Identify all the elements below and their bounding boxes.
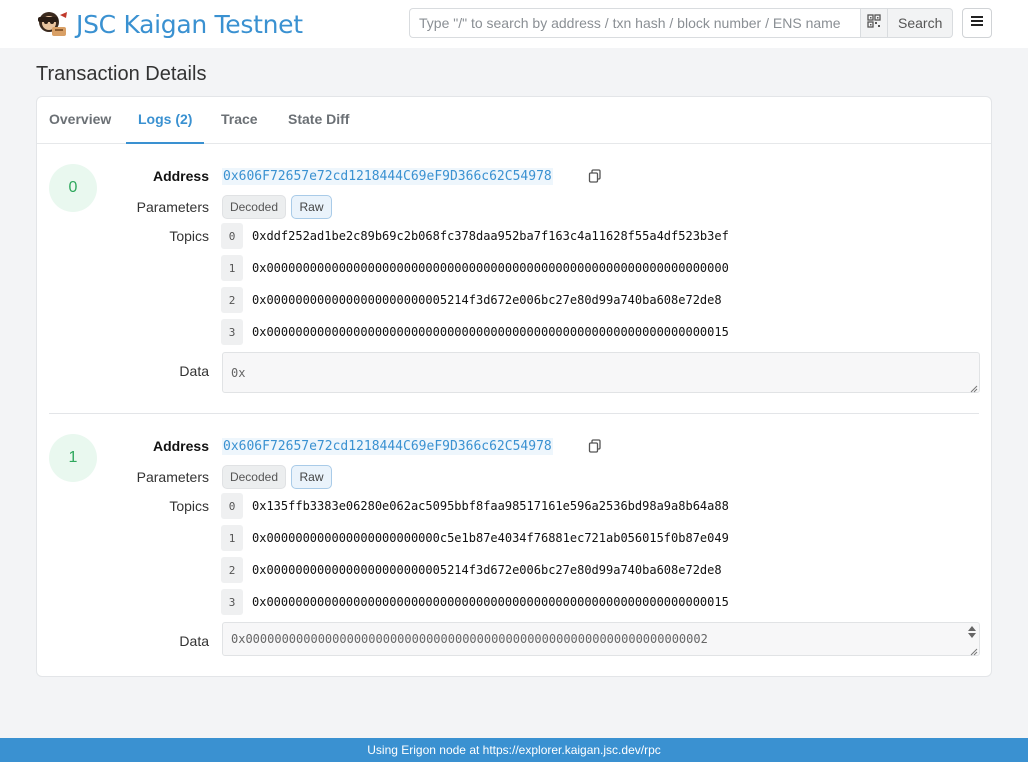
topic-row: 2 0x0000000000000000000000005214f3d672e0… bbox=[221, 557, 722, 583]
search-button[interactable]: Search bbox=[888, 8, 954, 38]
transaction-card: Overview Logs (2) Trace State Diff 0 Add… bbox=[36, 96, 992, 677]
topic-value: 0x135ffb3383e06280e062ac5095bbf8faa98517… bbox=[252, 499, 729, 513]
log-data-value: 0x00000000000000000000000000000000000000… bbox=[231, 632, 708, 646]
topic-value: 0x00000000000000000000000000000000000000… bbox=[252, 595, 729, 609]
page-title: Transaction Details bbox=[36, 63, 207, 85]
topic-value: 0x0000000000000000000000005214f3d672e006… bbox=[252, 563, 722, 577]
raw-button[interactable]: Raw bbox=[291, 465, 332, 489]
log-address-link[interactable]: 0x606F72657e72cd1218444C69eF9D366c62C549… bbox=[222, 438, 553, 455]
topic-value: 0x00000000000000000000000000000000000000… bbox=[252, 325, 729, 339]
brand-title: JSC Kaigan Testnet bbox=[76, 9, 303, 39]
topics-label: Topics bbox=[169, 498, 209, 514]
topic-index: 3 bbox=[221, 589, 243, 615]
topics-label: Topics bbox=[169, 228, 209, 244]
copy-icon[interactable] bbox=[588, 169, 602, 183]
qr-code-icon bbox=[867, 13, 881, 33]
topic-row: 0 0xddf252ad1be2c89b69c2b068fc378daa952b… bbox=[221, 223, 729, 249]
copy-icon[interactable] bbox=[588, 439, 602, 453]
address-label: Address bbox=[152, 438, 209, 454]
data-label: Data bbox=[179, 363, 209, 379]
topic-value: 0x00000000000000000000000000000000000000… bbox=[252, 261, 729, 275]
topic-row: 0 0x135ffb3383e06280e062ac5095bbf8faa985… bbox=[221, 493, 729, 519]
topic-row: 3 0x000000000000000000000000000000000000… bbox=[221, 589, 729, 615]
topic-row: 3 0x000000000000000000000000000000000000… bbox=[221, 319, 729, 345]
topic-row: 1 0x000000000000000000000000000000000000… bbox=[221, 255, 729, 281]
tab-overview[interactable]: Overview bbox=[37, 97, 123, 144]
search-input[interactable] bbox=[409, 8, 860, 38]
topic-value: 0x0000000000000000000000005214f3d672e006… bbox=[252, 293, 722, 307]
top-navbar: JSC Kaigan Testnet Search bbox=[0, 0, 1028, 48]
parameters-label: Parameters bbox=[136, 469, 209, 485]
topic-index: 0 bbox=[221, 493, 243, 519]
tab-state-diff[interactable]: State Diff bbox=[276, 97, 361, 144]
log-data-textarea[interactable]: 0x00000000000000000000000000000000000000… bbox=[222, 622, 980, 656]
topic-index: 2 bbox=[221, 287, 243, 313]
topic-value: 0x000000000000000000000000c5e1b87e4034f7… bbox=[252, 531, 729, 545]
topic-row: 1 0x000000000000000000000000c5e1b87e4034… bbox=[221, 525, 729, 551]
kaigan-logo-icon bbox=[36, 9, 70, 39]
footer-status: Using Erigon node at https://explorer.ka… bbox=[0, 738, 1028, 762]
spinner-arrows-icon[interactable] bbox=[967, 625, 977, 639]
log-divider bbox=[49, 413, 979, 414]
qr-scan-button[interactable] bbox=[860, 8, 888, 38]
decoded-button[interactable]: Decoded bbox=[222, 465, 286, 489]
tab-logs[interactable]: Logs (2) bbox=[126, 97, 205, 144]
log-entry: 1 Address 0x606F72657e72cd1218444C69eF9D… bbox=[49, 434, 980, 659]
tab-bar: Overview Logs (2) Trace State Diff bbox=[37, 97, 991, 144]
topic-row: 2 0x0000000000000000000000005214f3d672e0… bbox=[221, 287, 722, 313]
topic-index: 1 bbox=[221, 525, 243, 551]
log-address-link[interactable]: 0x606F72657e72cd1218444C69eF9D366c62C549… bbox=[222, 168, 553, 185]
raw-button[interactable]: Raw bbox=[291, 195, 332, 219]
log-entry: 0 Address 0x606F72657e72cd1218444C69eF9D… bbox=[49, 164, 980, 394]
log-data-value: 0x bbox=[231, 365, 246, 380]
brand-link[interactable]: JSC Kaigan Testnet bbox=[36, 9, 303, 39]
topic-value: 0xddf252ad1be2c89b69c2b068fc378daa952ba7… bbox=[252, 229, 729, 243]
topic-index: 1 bbox=[221, 255, 243, 281]
tab-trace[interactable]: Trace bbox=[209, 97, 270, 144]
search-group: Search bbox=[409, 8, 954, 38]
data-label: Data bbox=[179, 633, 209, 649]
topic-index: 2 bbox=[221, 557, 243, 583]
hamburger-menu-icon bbox=[970, 14, 984, 32]
address-label: Address bbox=[152, 168, 209, 184]
topic-index: 0 bbox=[221, 223, 243, 249]
menu-button[interactable] bbox=[962, 8, 992, 38]
topic-index: 3 bbox=[221, 319, 243, 345]
log-data-textarea[interactable]: 0x bbox=[222, 352, 980, 393]
parameters-label: Parameters bbox=[136, 199, 209, 215]
decoded-button[interactable]: Decoded bbox=[222, 195, 286, 219]
resize-grip-icon[interactable] bbox=[969, 645, 978, 656]
resize-grip-icon[interactable] bbox=[969, 382, 978, 393]
